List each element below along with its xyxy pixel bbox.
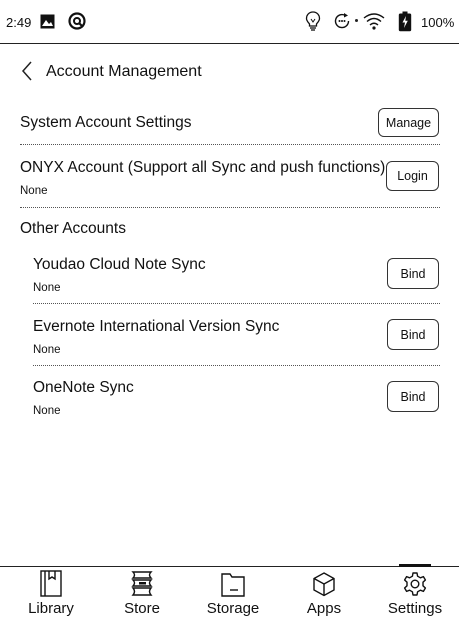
bind-onenote-button[interactable]: Bind [387,381,439,412]
account-management-screen: 2:49 100% Account Management System Acco… [0,0,459,619]
battery-icon [398,11,412,32]
nav-label: Settings [387,600,443,617]
divider [33,303,440,304]
manage-button[interactable]: Manage [378,108,439,137]
nav-item-settings[interactable]: Settings [369,564,459,619]
other-accounts-heading: Other Accounts [20,220,126,237]
onenote-sync-status: None [33,405,61,417]
onyx-account-status: None [20,185,48,197]
nav-label: Apps [306,600,342,617]
nav-item-library[interactable]: Library [5,567,97,619]
onenote-sync-label: OneNote Sync [33,379,134,396]
active-indicator [399,564,431,567]
book-icon [40,570,62,597]
status-dot [355,19,358,22]
bottom-nav: Library Store Storage Apps Settings [0,564,459,619]
refresh-icon [334,13,350,29]
page-header: Account Management [0,54,459,88]
bind-evernote-button[interactable]: Bind [387,319,439,350]
folder-icon [221,573,245,597]
nav-label: Store [124,600,160,617]
page-title: Account Management [46,63,202,80]
chevron-left-icon[interactable] [18,60,40,82]
status-bar: 2:49 100% [0,0,459,44]
bind-youdao-button[interactable]: Bind [387,258,439,289]
youdao-sync-label: Youdao Cloud Note Sync [33,256,206,273]
bulb-icon [305,11,321,31]
divider [33,365,440,366]
store-icon [131,571,153,596]
evernote-sync-label: Evernote International Version Sync [33,318,280,335]
cube-icon [313,572,335,597]
divider [20,144,440,145]
sync-status-icon [68,12,86,30]
system-account-label: System Account Settings [20,114,192,131]
youdao-sync-status: None [33,282,61,294]
login-button[interactable]: Login [386,161,439,191]
wifi-icon [363,13,385,30]
nav-item-store[interactable]: Store [96,567,188,619]
evernote-sync-status: None [33,344,61,356]
divider [20,207,440,208]
nav-label: Storage [206,600,260,617]
gallery-icon [40,14,55,29]
nav-label: Library [28,600,74,617]
nav-item-apps[interactable]: Apps [278,567,370,619]
status-time: 2:49 [6,15,32,30]
battery-percent: 100% [421,15,455,30]
onyx-account-label: ONYX Account (Support all Sync and push … [20,159,386,176]
gear-icon [403,572,427,596]
nav-item-storage[interactable]: Storage [187,567,279,619]
